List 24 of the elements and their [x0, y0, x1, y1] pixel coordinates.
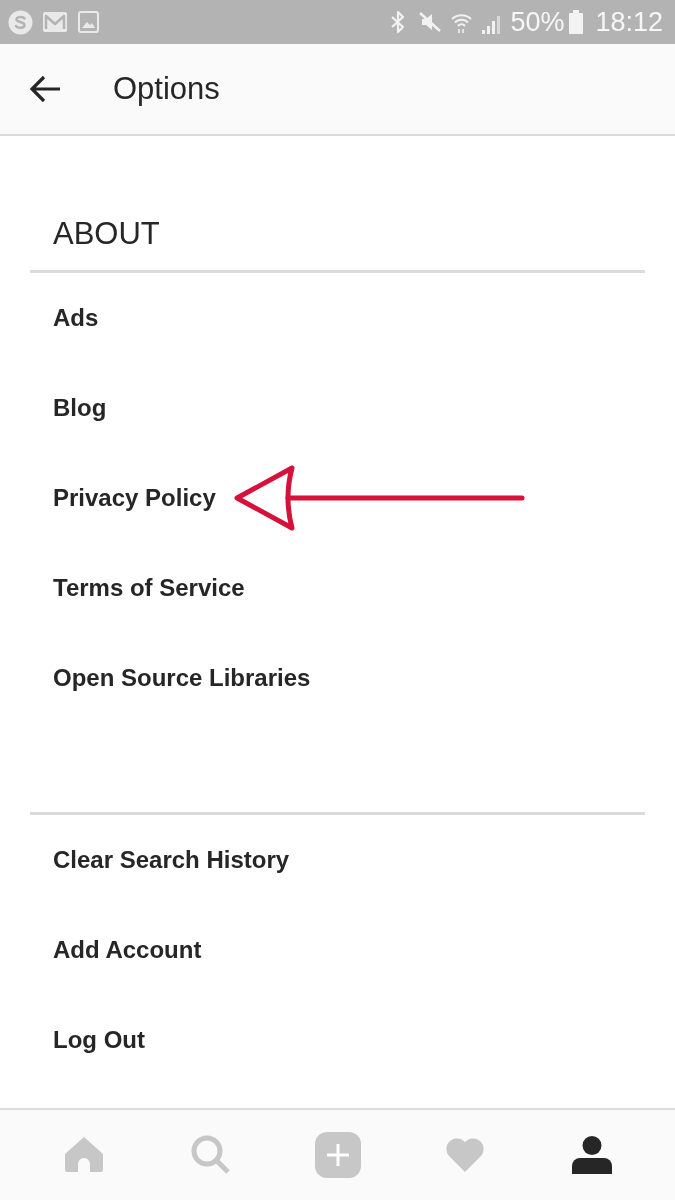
menu-item[interactable]: Privacy Policy: [53, 480, 216, 516]
back-arrow-icon: [29, 75, 61, 103]
menu-item[interactable]: Log Out: [53, 1022, 145, 1058]
s-logo-icon: [8, 9, 33, 35]
menu-item[interactable]: Clear Search History: [53, 842, 290, 878]
battery-percentage: 50%: [510, 8, 565, 36]
section-heading: ABOUT: [53, 215, 160, 253]
home-icon: [63, 1137, 104, 1173]
menu-item[interactable]: Blog: [53, 390, 107, 426]
image-icon: [78, 11, 99, 33]
battery-icon: [569, 10, 584, 34]
mail-icon: [43, 12, 67, 32]
menu-item[interactable]: Terms of Service: [53, 570, 245, 606]
clock-time: 18:12: [595, 8, 663, 36]
heart-icon: [444, 1138, 485, 1172]
person-icon: [571, 1136, 612, 1174]
menu-item[interactable]: Open Source Libraries: [53, 660, 311, 696]
bluetooth-icon: [391, 10, 406, 34]
page-title: Options: [113, 69, 220, 108]
muted-speaker-icon: [419, 11, 442, 33]
menu-item[interactable]: Add Account: [53, 932, 202, 968]
add-icon: [314, 1132, 361, 1178]
menu-item[interactable]: Ads: [53, 300, 99, 336]
search-icon: [190, 1135, 231, 1175]
